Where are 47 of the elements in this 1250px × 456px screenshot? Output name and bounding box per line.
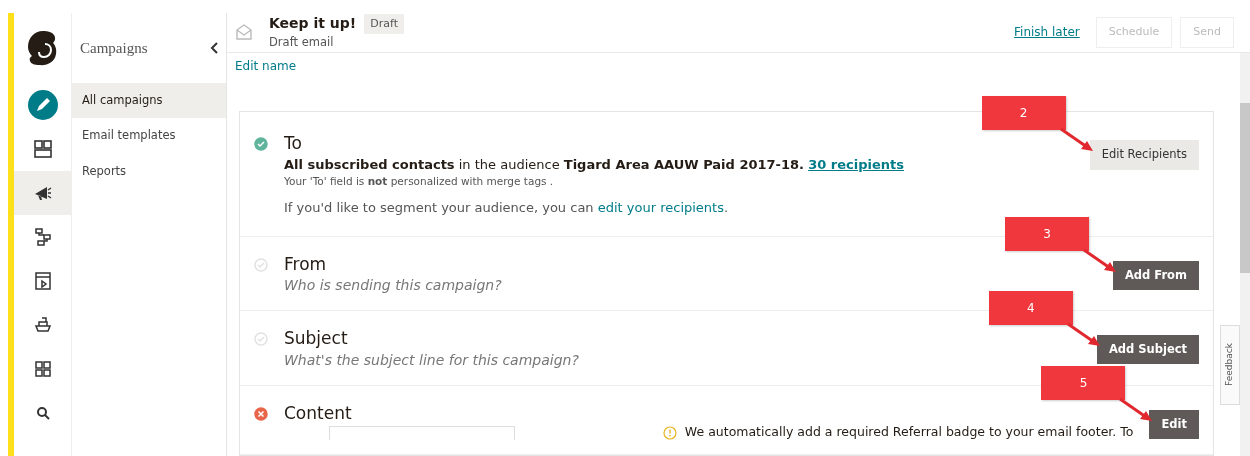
rail-item[interactable] [13, 171, 72, 215]
section-button[interactable]: Add Subject [1096, 335, 1199, 365]
sidebar-item[interactable]: All campaigns [72, 83, 226, 119]
callout-label: 5 [1041, 365, 1126, 400]
campaign-title: Keep it up! [269, 14, 357, 34]
warning-icon [662, 426, 677, 440]
finish-later-link[interactable]: Finish later [1014, 23, 1080, 42]
page-icon[interactable] [34, 272, 51, 290]
grid-icon[interactable] [34, 361, 51, 377]
section-button[interactable]: Edit Recipients [1089, 140, 1199, 170]
callout-arrow [1082, 248, 1117, 273]
envelope-icon [235, 23, 253, 42]
flow-icon[interactable] [34, 228, 51, 246]
segment-hint: If you'd like to segment your audience, you can edit your recipients. [284, 199, 730, 217]
audience-icon[interactable] [33, 140, 52, 158]
sidebar-title: Campaigns [80, 38, 148, 58]
collapse-icon[interactable] [210, 42, 218, 54]
recipients-link[interactable]: 30 recipients [808, 156, 904, 172]
section-button[interactable]: Edit [1149, 409, 1199, 439]
callout-arrow [1119, 397, 1154, 422]
sidebar-item[interactable]: Reports [72, 153, 226, 189]
megaphone-icon[interactable] [33, 185, 52, 201]
search-icon[interactable] [35, 406, 50, 420]
section-prompt: What's the subject line for this campaign? [284, 351, 579, 368]
stack-icon[interactable] [33, 317, 52, 333]
callout-label: 3 [1004, 216, 1089, 251]
callout-label: 4 [988, 291, 1073, 325]
campaign-subtitle: Draft email [269, 34, 335, 52]
section-button[interactable]: Add From [1112, 260, 1199, 290]
sidebar-item[interactable]: Email templates [72, 118, 226, 154]
scrollbar[interactable] [1240, 52, 1250, 456]
feedback-tab[interactable]: Feedback [1220, 325, 1240, 405]
section-title: From [284, 253, 327, 274]
merge-tags-note: Your 'To' field is not personalized with merge tags . [284, 174, 555, 190]
section-prompt: Who is sending this campaign? [284, 277, 502, 293]
callout-arrow [1066, 323, 1101, 347]
callout-arrow [1059, 128, 1094, 153]
callout-label: 2 [981, 96, 1066, 131]
edit-name-link[interactable]: Edit name [235, 56, 297, 75]
section-title: To [284, 133, 302, 154]
referral-notice: We automatically add a required Referral badge to your email footer. To [684, 426, 1134, 439]
recipients-summary: All subscribed contacts in the audience Tigard Area AAUW Paid 2017-18. 30 recipients [284, 155, 905, 174]
pencil-icon[interactable] [27, 90, 58, 120]
status-badge: Draft [364, 13, 404, 34]
section-title: Content [284, 402, 352, 423]
section-title: Subject [284, 328, 348, 348]
edit-recipients-link[interactable]: edit your recipients [597, 200, 724, 215]
